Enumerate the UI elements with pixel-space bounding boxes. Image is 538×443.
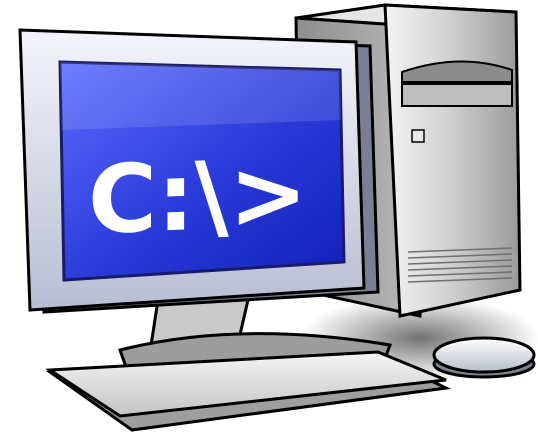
monitor-icon: C:\>: [18, 28, 380, 314]
desktop-computer-illustration: C:\>: [18, 3, 538, 432]
power-button: [411, 129, 425, 143]
mouse-icon: [432, 336, 536, 379]
command-prompt-text: C:\>: [88, 139, 308, 256]
keyboard-icon: [45, 350, 452, 432]
